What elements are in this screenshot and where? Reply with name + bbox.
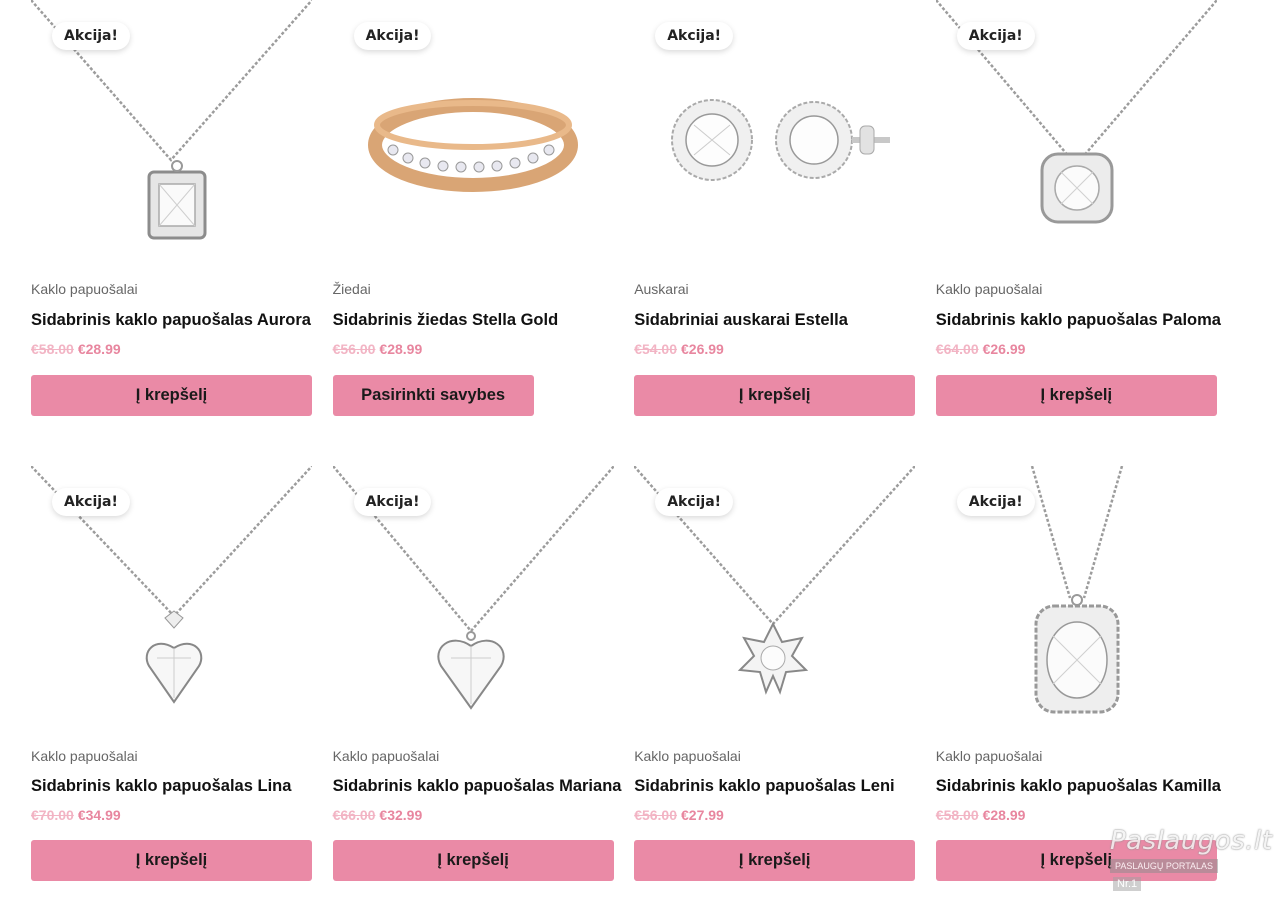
product-category[interactable]: Kaklo papuošalai [333, 748, 440, 764]
product-image[interactable]: Akcija! [332, 466, 614, 716]
sale-price: €34.99 [77, 807, 121, 823]
product-image[interactable]: Akcija! [332, 0, 614, 250]
watermark-site: Paslaugos.lt [1110, 826, 1273, 856]
sale-price: €28.99 [379, 341, 423, 357]
product-image[interactable]: Akcija! [634, 0, 916, 250]
sale-price: €27.99 [681, 807, 724, 823]
add-to-cart-button[interactable]: Į krepšelį [634, 375, 916, 416]
product-title[interactable]: Sidabrinis žiedas Stella Gold [333, 311, 559, 330]
product-title[interactable]: Sidabriniai auskarai Estella [634, 311, 848, 330]
sale-badge: Akcija! [353, 488, 432, 516]
product-card: Akcija! Kaklo papuošalai Sidabrinis kakl… [634, 466, 916, 900]
sale-badge: Akcija! [655, 22, 734, 50]
product-card: Akcija! Kaklo papuošalai Sidabrinis kakl… [31, 0, 312, 466]
add-to-cart-button[interactable]: Į krepšelį [634, 840, 916, 881]
sale-badge: Akcija! [52, 22, 130, 50]
product-category[interactable]: Žiedai [333, 281, 371, 297]
product-grid: Akcija! Kaklo papuošalai Sidabrinis kakl… [31, 0, 1221, 900]
product-price: €56.00 €28.99 [333, 341, 423, 357]
old-price: €56.00 [332, 341, 376, 357]
product-category[interactable]: Kaklo papuošalai [31, 281, 138, 297]
old-price: €58.00 [31, 341, 74, 357]
sale-badge: Akcija! [956, 22, 1035, 50]
product-price: €58.00 €28.99 [936, 807, 1026, 823]
add-to-cart-button[interactable]: Į krepšelį [935, 375, 1217, 416]
product-price: €56.00 €27.99 [634, 807, 724, 823]
product-card: Akcija! Auskarai Sidabriniai auskarai Es… [634, 0, 916, 466]
product-title[interactable]: Sidabrinis kaklo papuošalas Paloma [936, 311, 1221, 330]
product-title[interactable]: Sidabrinis kaklo papuošalas Aurora [31, 311, 311, 330]
product-card: Akcija! Kaklo papuošalai Sidabrinis kakl… [935, 0, 1221, 466]
watermark-rank: Nr.1 [1113, 877, 1142, 891]
product-title[interactable]: Sidabrinis kaklo papuošalas Lina [31, 777, 291, 796]
old-price: €70.00 [31, 807, 74, 823]
product-price: €58.00 €28.99 [31, 341, 121, 357]
sale-badge: Akcija! [52, 488, 130, 516]
sale-price: €32.99 [379, 807, 423, 823]
old-price: €64.00 [935, 341, 979, 357]
add-to-cart-button[interactable]: Į krepšelį [31, 375, 312, 416]
product-image[interactable]: Akcija! [634, 466, 916, 716]
product-title[interactable]: Sidabrinis kaklo papuošalas Mariana [333, 777, 622, 796]
select-options-button[interactable]: Pasirinkti savybes [332, 375, 534, 416]
product-price: €66.00 €32.99 [333, 807, 423, 823]
sale-price: €28.99 [982, 807, 1026, 823]
old-price: €56.00 [634, 807, 678, 823]
product-price: €54.00 €26.99 [634, 341, 724, 357]
product-image[interactable]: Akcija! [31, 466, 312, 716]
add-to-cart-button[interactable]: Į krepšelį [332, 840, 614, 881]
product-image[interactable]: Akcija! [935, 0, 1217, 250]
watermark-subtitle: PASLAUGŲ PORTALAS [1110, 859, 1219, 873]
product-category[interactable]: Kaklo papuošalai [31, 748, 138, 764]
old-price: €58.00 [935, 807, 979, 823]
sale-price: €28.99 [77, 341, 121, 357]
product-image[interactable]: Akcija! [31, 0, 312, 250]
product-category[interactable]: Kaklo papuošalai [936, 748, 1043, 764]
paslaugos-watermark: Paslaugos.lt PASLAUGŲ PORTALAS Nr.1 [1110, 826, 1273, 891]
old-price: €54.00 [634, 341, 678, 357]
product-category[interactable]: Kaklo papuošalai [634, 748, 741, 764]
add-to-cart-button[interactable]: Į krepšelį [31, 840, 312, 881]
sale-badge: Akcija! [655, 488, 734, 516]
product-category[interactable]: Auskarai [634, 281, 688, 297]
product-price: €70.00 €34.99 [31, 807, 121, 823]
old-price: €66.00 [332, 807, 376, 823]
product-card: Akcija! Kaklo papuošalai Sidabrinis kakl… [31, 466, 312, 900]
product-card: Akcija! Žiedai Sidabrinis žiedas Stella … [332, 0, 614, 466]
product-image[interactable]: Akcija! [935, 466, 1217, 716]
product-title[interactable]: Sidabrinis kaklo papuošalas Kamilla [936, 777, 1221, 796]
product-title[interactable]: Sidabrinis kaklo papuošalas Leni [634, 777, 894, 796]
sale-price: €26.99 [681, 341, 724, 357]
product-category[interactable]: Kaklo papuošalai [936, 281, 1043, 297]
sale-price: €26.99 [982, 341, 1026, 357]
product-price: €64.00 €26.99 [936, 341, 1026, 357]
product-card: Akcija! Kaklo papuošalai Sidabrinis kakl… [332, 466, 621, 900]
sale-badge: Akcija! [956, 488, 1035, 516]
sale-badge: Akcija! [353, 22, 432, 50]
